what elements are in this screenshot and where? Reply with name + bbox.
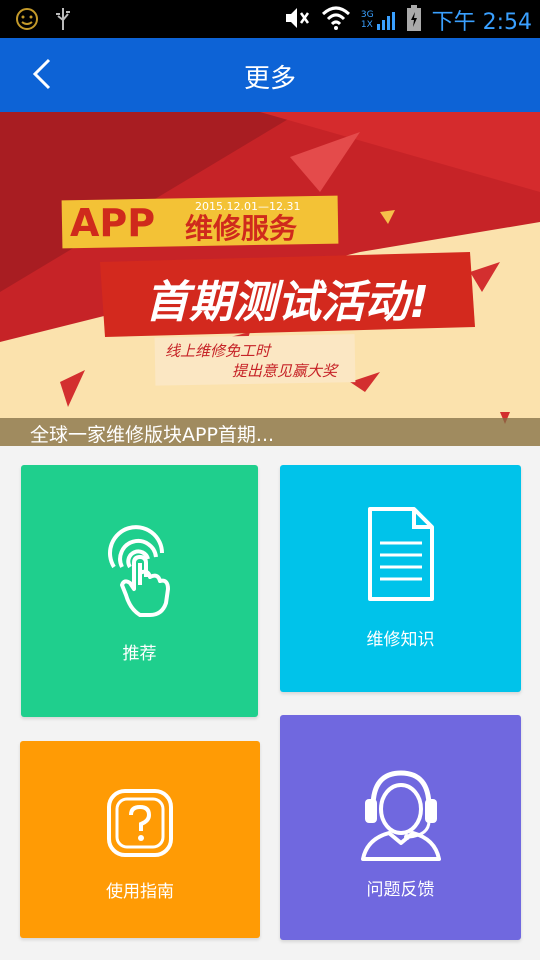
- mute-icon: [283, 4, 311, 36]
- promo-banner[interactable]: APP 维修服务 2015.12.01—12.31 首期测试活动! 线上维修免工…: [0, 112, 540, 446]
- banner-artwork: APP 维修服务 2015.12.01—12.31 首期测试活动! 线上维修免工…: [0, 112, 540, 446]
- network-label-1x: 1X: [360, 20, 373, 30]
- app-bar: 更多: [0, 38, 540, 112]
- network-label-3g: 3G: [360, 10, 374, 20]
- banner-sub-line-2: 提出意见赢大奖: [232, 362, 339, 380]
- recommend-label: 推荐: [122, 644, 157, 664]
- page-title: 更多: [243, 64, 296, 94]
- banner-headline-service: 维修服务: [185, 212, 297, 245]
- headset-icon: [280, 765, 521, 861]
- banner-headline-app: APP: [70, 201, 155, 245]
- question-icon: [20, 787, 260, 859]
- document-icon: [280, 505, 521, 603]
- banner-main-text: 首期测试活动!: [145, 277, 429, 328]
- status-time: 下午 2:54: [431, 10, 532, 35]
- feedback-label: 问题反馈: [366, 880, 435, 900]
- recommend-tile[interactable]: 推荐: [21, 465, 258, 717]
- banner-caption: 全球一家维修版块APP首期...: [30, 424, 275, 446]
- usb-icon: [52, 6, 74, 36]
- banner-sub-line-1: 线上维修免工时: [165, 342, 272, 360]
- guide-tile[interactable]: 使用指南: [20, 741, 260, 938]
- status-bar: 3G 1X 下午 2:54: [0, 0, 540, 38]
- banner-date-range: 2015.12.01—12.31: [195, 200, 300, 213]
- wifi-icon: [321, 5, 351, 35]
- battery-icon: [406, 4, 422, 36]
- touch-icon: [21, 523, 258, 619]
- smiley-icon: [14, 6, 40, 36]
- knowledge-tile[interactable]: 维修知识: [280, 465, 521, 692]
- signal-icon: 3G 1X: [361, 8, 396, 32]
- guide-label: 使用指南: [106, 882, 174, 902]
- feedback-tile[interactable]: 问题反馈: [280, 715, 521, 940]
- knowledge-label: 维修知识: [366, 630, 435, 650]
